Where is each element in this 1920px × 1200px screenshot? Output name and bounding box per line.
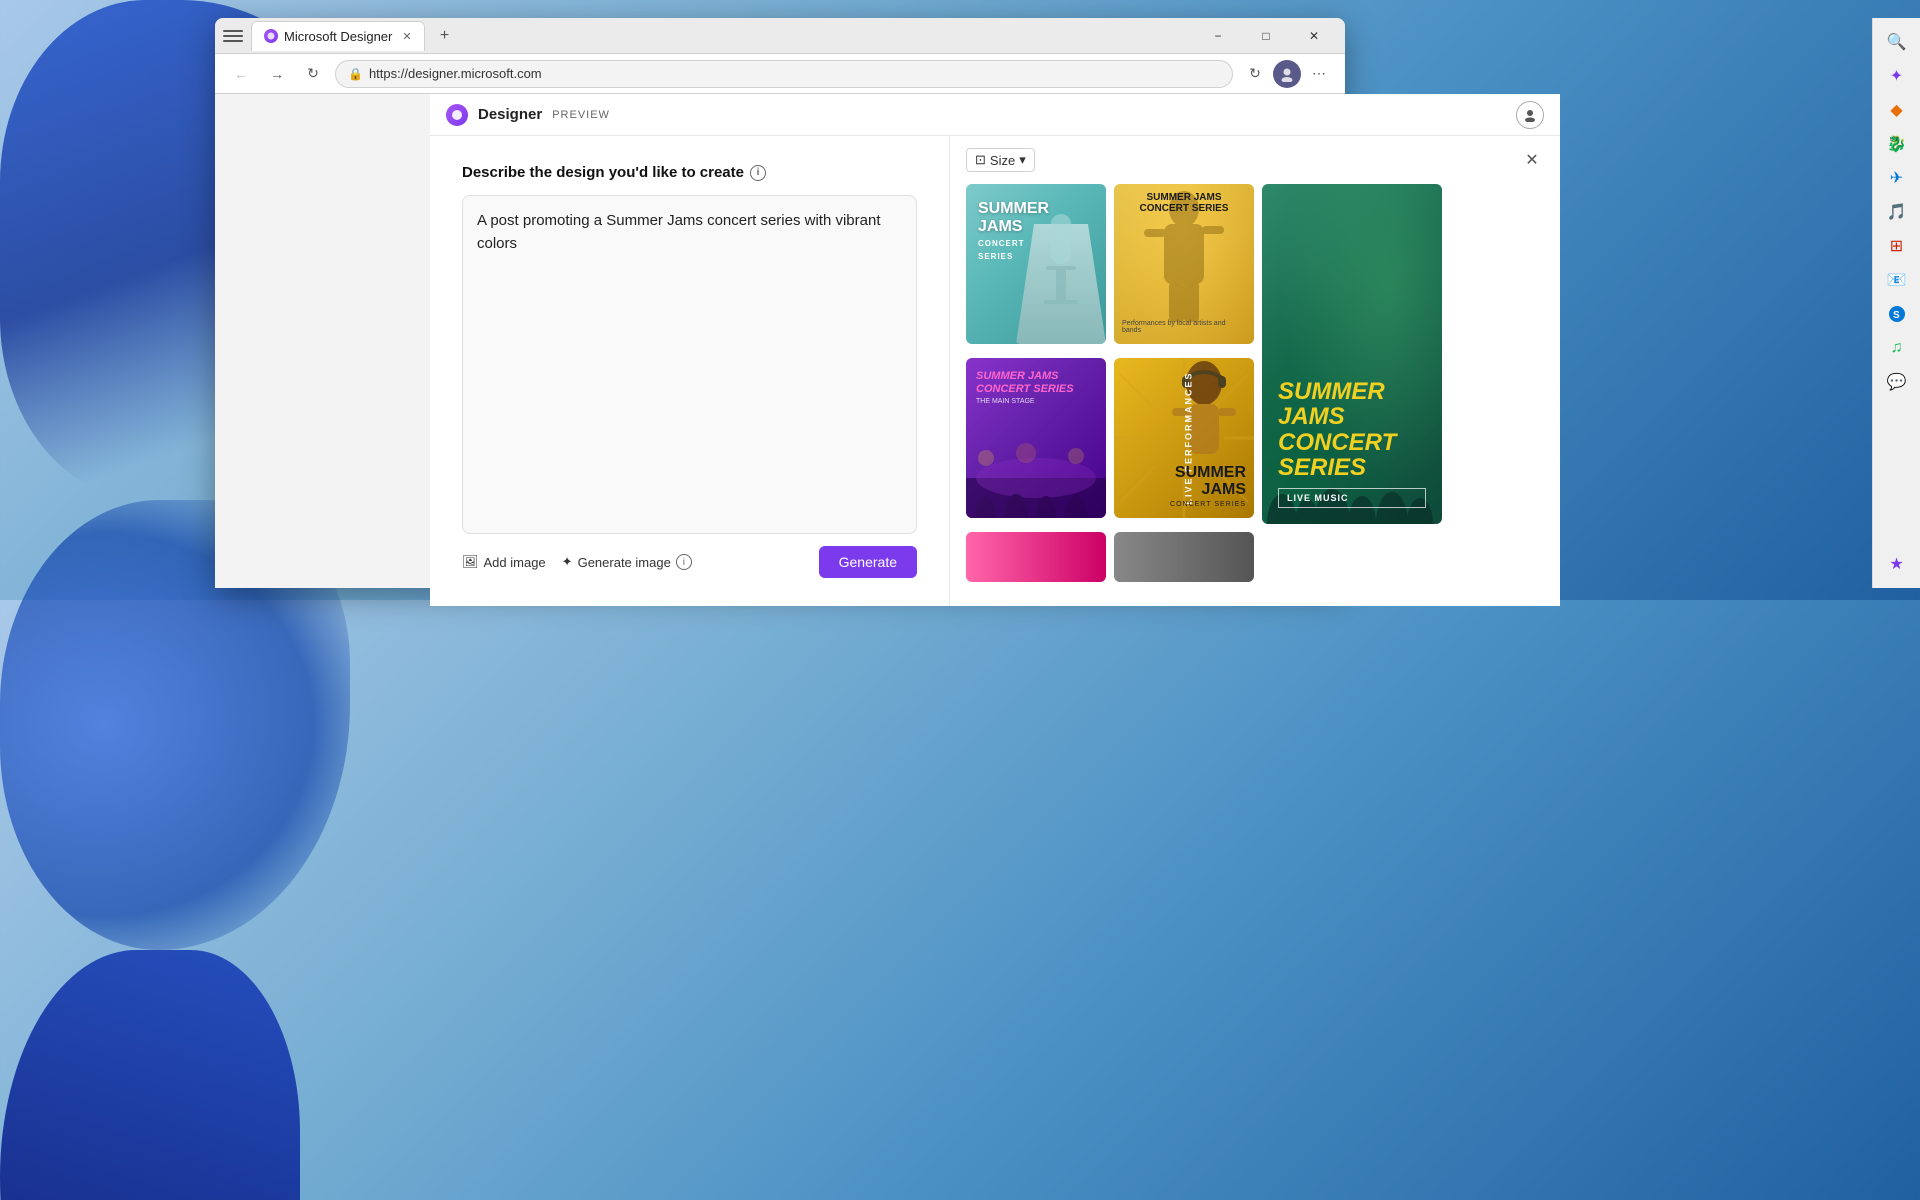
- skype-sidebar-icon[interactable]: S: [1881, 298, 1913, 330]
- design-card-2[interactable]: SUMMER JAMS CONCERT SERIES Performances …: [1114, 184, 1254, 344]
- tab-close-button[interactable]: ✕: [402, 30, 411, 43]
- generate-button[interactable]: Generate: [819, 546, 917, 578]
- url-text: https://designer.microsoft.com: [369, 66, 542, 81]
- left-panel: Describe the design you'd like to create…: [430, 136, 950, 606]
- bottom-row: [966, 532, 1544, 582]
- outlook-sidebar-icon[interactable]: 📧: [1881, 264, 1913, 296]
- design-card-7[interactable]: [1114, 532, 1254, 582]
- card-1-subtitle: CONCERT: [978, 239, 1049, 248]
- refresh-button[interactable]: ↻: [299, 60, 327, 88]
- card-3-title: SUMMERJAMSCONCERTSERIES: [1278, 379, 1426, 480]
- browser-window: Microsoft Designer ✕ + − □ ✕ ← → ↻ 🔒 htt…: [215, 18, 1345, 588]
- app-header: Designer PREVIEW: [430, 94, 1560, 136]
- office-sidebar-icon[interactable]: ⊞: [1881, 230, 1913, 262]
- back-button[interactable]: ←: [227, 60, 255, 88]
- close-button[interactable]: ✕: [1291, 20, 1337, 52]
- send-sidebar-icon[interactable]: ✈: [1881, 162, 1913, 194]
- add-image-icon: 🖼: [462, 554, 479, 570]
- card-1-title: SUMMERJAMS: [978, 200, 1049, 235]
- close-results-button[interactable]: ✕: [1520, 148, 1544, 172]
- card-1-series: SERIES: [978, 252, 1049, 261]
- window-controls: − □ ✕: [1195, 20, 1337, 52]
- generate-info-icon[interactable]: i: [676, 554, 692, 570]
- profile-icon[interactable]: [1273, 60, 1301, 88]
- address-bar: ← → ↻ 🔒 https://designer.microsoft.com ↻…: [215, 54, 1345, 94]
- card-1-text: SUMMERJAMS CONCERT SERIES: [978, 200, 1049, 261]
- prompt-label: Describe the design you'd like to create…: [462, 164, 917, 181]
- spotify-sidebar-icon[interactable]: ♫: [1881, 332, 1913, 364]
- design-card-3[interactable]: SUMMERJAMSCONCERTSERIES LIVE MUSIC: [1262, 184, 1442, 524]
- design-card-6[interactable]: [966, 532, 1106, 582]
- card-4-title: SUMMER JAMSCONCERT SERIES: [976, 370, 1074, 396]
- lock-icon: 🔒: [348, 67, 363, 81]
- svg-text:S: S: [1893, 310, 1900, 321]
- music-sidebar-icon[interactable]: 🎵: [1881, 196, 1913, 228]
- generate-image-button[interactable]: ✦ Generate image i: [562, 554, 692, 570]
- card-4-subtitle: THE MAIN STAGE: [976, 398, 1074, 405]
- collections-sidebar-icon[interactable]: 🐉: [1881, 128, 1913, 160]
- right-panel: ⊡ Size ▾ ✕ SUMMERJAMS CONCERT SERIES: [950, 136, 1560, 606]
- card-5-subtitle: CONCERT SERIES: [1170, 501, 1246, 508]
- browser-sidebar: 🔍 ✦ ◆ 🐉 ✈ 🎵 ⊞ 📧 S ♫ 💬 ★: [1872, 18, 1920, 588]
- card-4-text: SUMMER JAMSCONCERT SERIES THE MAIN STAGE: [976, 370, 1074, 405]
- hamburger-menu[interactable]: [223, 26, 243, 46]
- url-bar[interactable]: 🔒 https://designer.microsoft.com: [335, 60, 1233, 88]
- messenger-sidebar-icon[interactable]: 💬: [1881, 366, 1913, 398]
- minimize-button[interactable]: −: [1195, 20, 1241, 52]
- main-layout: Describe the design you'd like to create…: [430, 136, 1560, 606]
- card-2-title: SUMMER JAMS CONCERT SERIES: [1114, 192, 1254, 214]
- design-grid: SUMMERJAMS CONCERT SERIES: [966, 184, 1544, 524]
- design-card-1[interactable]: SUMMERJAMS CONCERT SERIES: [966, 184, 1106, 344]
- prompt-actions: 🖼 Add image ✦ Generate image i Generate: [462, 546, 917, 578]
- copilot-sidebar-icon[interactable]: ◆: [1881, 94, 1913, 126]
- add-image-button[interactable]: 🖼 Add image: [462, 554, 546, 570]
- tab-favicon: [264, 29, 278, 43]
- design-card-5[interactable]: LIVE PERFORMANCES SUMMERJAMS CONCERT SER…: [1114, 358, 1254, 518]
- card-5-title: SUMMERJAMS: [1170, 464, 1246, 499]
- resize-icon: ⊡: [975, 152, 986, 168]
- search-sidebar-icon[interactable]: 🔍: [1881, 26, 1913, 58]
- chevron-down-icon: ▾: [1019, 152, 1026, 168]
- card-2-subtitle: Performances by local artists and bands: [1122, 320, 1246, 334]
- pin-sidebar-icon[interactable]: ✦: [1881, 60, 1913, 92]
- card-3-live-music-button[interactable]: LIVE MUSIC: [1278, 488, 1426, 508]
- more-options-icon[interactable]: ⋯: [1305, 60, 1333, 88]
- refresh-icon[interactable]: ↻: [1241, 60, 1269, 88]
- info-icon[interactable]: i: [750, 165, 766, 181]
- maximize-button[interactable]: □: [1243, 20, 1289, 52]
- new-tab-button[interactable]: +: [433, 24, 457, 48]
- app-name: Designer: [478, 106, 542, 123]
- tab-title: Microsoft Designer: [284, 29, 392, 44]
- design-card-4[interactable]: SUMMER JAMSCONCERT SERIES THE MAIN STAGE: [966, 358, 1106, 518]
- forward-button[interactable]: →: [263, 60, 291, 88]
- extensions-sidebar-icon[interactable]: ★: [1881, 548, 1913, 580]
- results-header: ⊡ Size ▾ ✕: [966, 148, 1544, 172]
- size-button[interactable]: ⊡ Size ▾: [966, 148, 1035, 172]
- card-5-text: SUMMERJAMS CONCERT SERIES: [1170, 464, 1246, 508]
- preview-badge: PREVIEW: [552, 109, 610, 121]
- prompt-textarea[interactable]: A post promoting a Summer Jams concert s…: [462, 195, 917, 534]
- title-bar: Microsoft Designer ✕ + − □ ✕: [215, 18, 1345, 54]
- sparkle-icon: ✦: [562, 554, 573, 570]
- designer-logo: [446, 104, 468, 126]
- user-avatar-button[interactable]: [1516, 101, 1544, 129]
- browser-tab[interactable]: Microsoft Designer ✕: [251, 21, 425, 51]
